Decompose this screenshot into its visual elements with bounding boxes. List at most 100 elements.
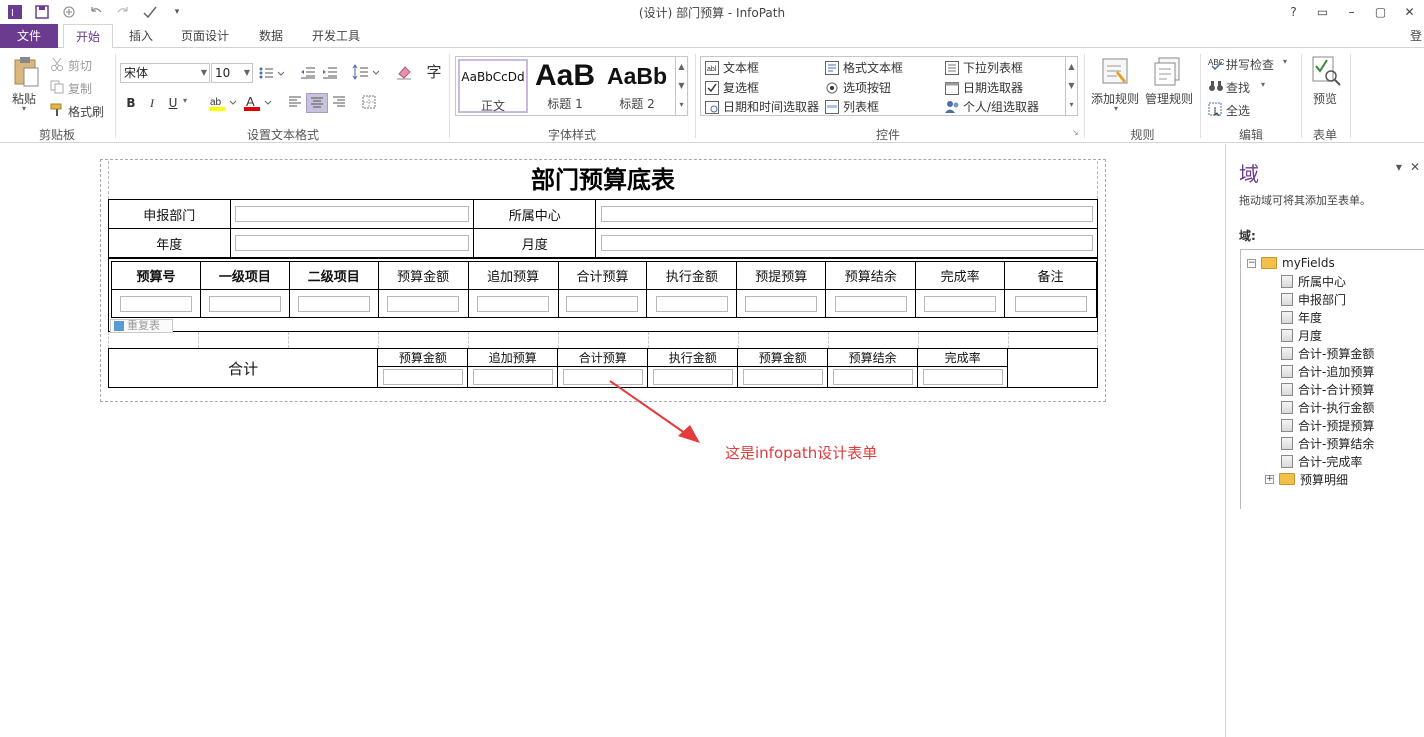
copy-icon[interactable] xyxy=(50,80,64,94)
add-rule-dropdown-icon[interactable]: ▾ xyxy=(1114,104,1118,113)
detail-input[interactable] xyxy=(566,295,639,312)
detail-input[interactable] xyxy=(208,295,281,312)
select-all-icon[interactable] xyxy=(1208,102,1224,116)
find-button[interactable]: 查找 xyxy=(1226,79,1250,96)
year-input[interactable] xyxy=(235,235,469,251)
underline-dropdown-icon[interactable]: ▾ xyxy=(183,96,187,105)
tab-file[interactable]: 文件 xyxy=(0,24,58,48)
paste-dropdown-icon[interactable]: ▾ xyxy=(22,104,26,113)
control-date-picker[interactable]: 日期选取器 xyxy=(945,79,1023,96)
paste-icon[interactable] xyxy=(12,56,40,88)
expand-icon[interactable]: + xyxy=(1265,474,1274,484)
help-icon[interactable]: ? xyxy=(1279,0,1308,24)
minimize-icon[interactable]: – xyxy=(1337,0,1366,24)
align-center-button[interactable] xyxy=(306,93,328,113)
copy-button[interactable]: 复制 xyxy=(68,80,92,97)
increase-indent-icon[interactable] xyxy=(322,66,338,80)
controls-more[interactable]: ▾ xyxy=(1065,95,1077,115)
detail-input[interactable] xyxy=(924,295,997,312)
tab-developer[interactable]: 开发工具 xyxy=(301,24,371,48)
tab-data[interactable]: 数据 xyxy=(247,24,295,48)
find-dropdown-icon[interactable]: ▾ xyxy=(1261,80,1265,89)
detail-input[interactable] xyxy=(119,295,192,312)
control-option-button[interactable]: 选项按钮 xyxy=(825,79,891,96)
control-checkbox[interactable]: 复选框 xyxy=(705,79,759,96)
font-color-icon[interactable]: A xyxy=(243,94,273,112)
control-dropdown-list[interactable]: 下拉列表框 xyxy=(945,59,1023,76)
tree-field[interactable]: 合计-预算金额 xyxy=(1281,344,1374,362)
detail-input[interactable] xyxy=(655,295,728,312)
tree-field[interactable]: 年度 xyxy=(1281,308,1322,326)
total-input[interactable] xyxy=(832,369,913,385)
add-rule-icon[interactable] xyxy=(1101,56,1131,86)
gallery-scroll-up[interactable]: ▲ xyxy=(675,57,687,76)
gallery-scroll-down[interactable]: ▼ xyxy=(675,76,687,95)
preview-button[interactable]: 预览 xyxy=(1313,90,1337,107)
dept-input[interactable] xyxy=(235,206,469,222)
pane-options-icon[interactable]: ▾ xyxy=(1396,160,1402,174)
maximize-icon[interactable]: ▢ xyxy=(1366,0,1395,24)
controls-scroll-down[interactable]: ▼ xyxy=(1065,76,1077,95)
tree-group[interactable]: + 预算明细 xyxy=(1265,470,1348,488)
pane-close-icon[interactable]: ✕ xyxy=(1410,160,1420,174)
tree-field[interactable]: 所属中心 xyxy=(1281,272,1346,290)
month-input[interactable] xyxy=(600,235,1093,251)
detail-input[interactable] xyxy=(1014,295,1087,312)
format-painter-button[interactable]: 格式刷 xyxy=(68,103,104,120)
find-icon[interactable] xyxy=(1208,79,1224,93)
tree-field[interactable]: 申报部门 xyxy=(1281,290,1346,308)
tab-page-design[interactable]: 页面设计 xyxy=(170,24,240,48)
font-size-select[interactable]: 10 ▼ xyxy=(211,63,253,83)
manage-rules-icon[interactable] xyxy=(1153,56,1183,86)
tree-field[interactable]: 合计-追加预算 xyxy=(1281,362,1374,380)
highlight-icon[interactable]: ab xyxy=(208,94,238,112)
ribbon-display-icon[interactable]: ▭ xyxy=(1308,0,1337,24)
style-normal[interactable]: AaBbCcDd 正文 xyxy=(458,59,528,113)
controls-dialog-launcher[interactable]: ↘ xyxy=(1072,128,1079,137)
borders-icon[interactable] xyxy=(362,95,376,109)
gallery-more[interactable]: ▾ xyxy=(675,95,687,115)
detail-input[interactable] xyxy=(477,295,550,312)
tree-field[interactable]: 合计-执行金额 xyxy=(1281,398,1374,416)
detail-input[interactable] xyxy=(745,295,818,312)
detail-input[interactable] xyxy=(387,295,460,312)
underline-button[interactable]: U xyxy=(164,94,182,112)
preview-icon[interactable] xyxy=(1310,54,1342,86)
sign-in-link[interactable]: 登 xyxy=(1410,27,1422,44)
line-spacing-icon[interactable] xyxy=(352,64,380,80)
style-heading2[interactable]: AaBb 标题 2 xyxy=(602,59,672,113)
collapse-icon[interactable]: − xyxy=(1247,258,1256,268)
char-spacing-button[interactable]: 字 xyxy=(425,63,443,81)
center-input[interactable] xyxy=(600,206,1093,222)
tree-root[interactable]: − myFields xyxy=(1247,254,1335,272)
form-title[interactable]: 部门预算底表 xyxy=(108,161,1098,199)
tab-insert[interactable]: 插入 xyxy=(118,24,164,48)
format-painter-icon[interactable] xyxy=(50,103,64,117)
control-textbox[interactable]: abl 文本框 xyxy=(705,59,759,76)
italic-button[interactable]: I xyxy=(143,94,161,112)
spellcheck-button[interactable]: 拼写检查 xyxy=(1226,56,1274,73)
tree-field[interactable]: 合计-完成率 xyxy=(1281,452,1362,470)
close-icon[interactable]: ✕ xyxy=(1395,0,1424,24)
detail-input[interactable] xyxy=(297,295,370,312)
tree-field[interactable]: 月度 xyxy=(1281,326,1322,344)
clear-formatting-icon[interactable] xyxy=(396,64,412,80)
tree-field[interactable]: 合计-合计预算 xyxy=(1281,380,1374,398)
align-left-icon[interactable] xyxy=(288,96,302,108)
control-rich-textbox[interactable]: 格式文本框 xyxy=(825,59,903,76)
control-list-box[interactable]: 列表框 xyxy=(825,98,879,115)
spellcheck-dropdown-icon[interactable]: ▾ xyxy=(1283,57,1287,66)
tree-field[interactable]: 合计-预算结余 xyxy=(1281,434,1374,452)
total-input[interactable] xyxy=(472,369,553,385)
manage-rules-button[interactable]: 管理规则 xyxy=(1145,90,1193,107)
bold-button[interactable]: B xyxy=(122,94,140,112)
style-heading1[interactable]: AaB 标题 1 xyxy=(530,59,600,113)
total-input[interactable] xyxy=(742,369,823,385)
align-right-icon[interactable] xyxy=(332,96,346,108)
control-person-picker[interactable]: 个人/组选取器 xyxy=(945,98,1039,115)
total-input[interactable] xyxy=(922,369,1003,385)
tree-field[interactable]: 合计-预提预算 xyxy=(1281,416,1374,434)
tab-home[interactable]: 开始 xyxy=(63,24,113,49)
detail-input[interactable] xyxy=(834,295,907,312)
decrease-indent-icon[interactable] xyxy=(300,66,316,80)
